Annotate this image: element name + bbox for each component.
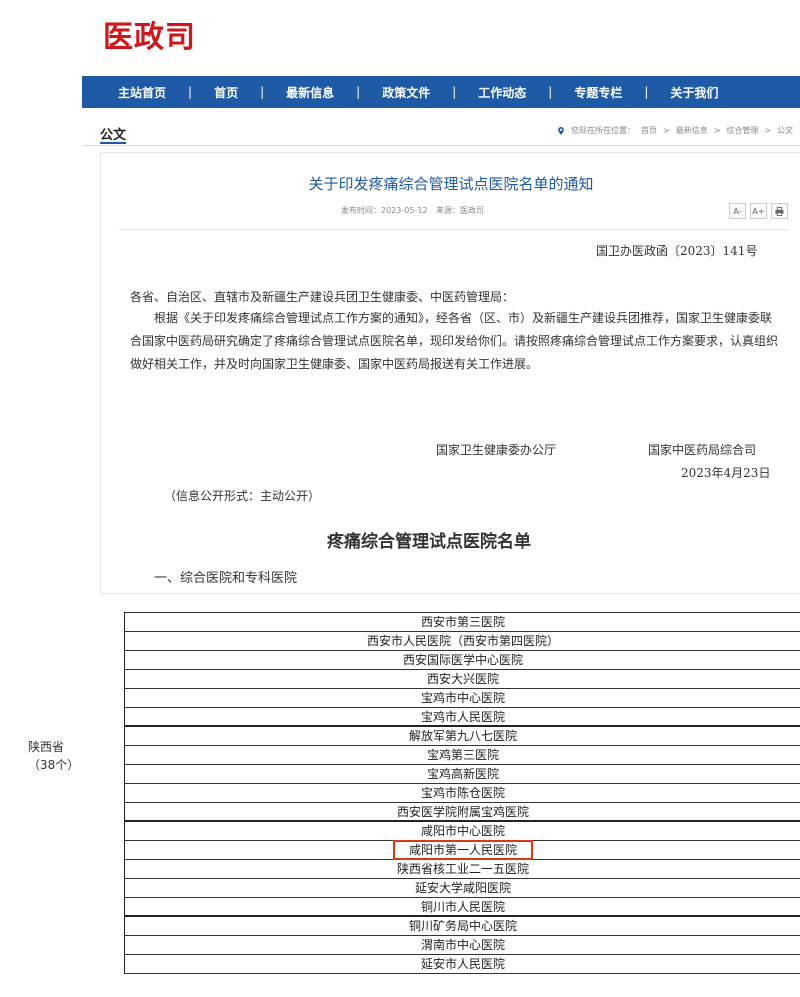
hospital-row: 宝鸡市中心医院 xyxy=(125,689,800,708)
nav-separator: | xyxy=(260,85,265,99)
hospital-name: 宝鸡市人民医院 xyxy=(420,710,505,724)
nav-separator: | xyxy=(356,85,361,99)
main-nav: 主站首页 | 首页 | 最新信息 | 政策文件 | 工作动态 | 专题专栏 | … xyxy=(82,76,800,108)
nav-separator: | xyxy=(644,85,649,99)
nav-item-policy[interactable]: 政策文件 xyxy=(382,84,430,101)
publish-date: 2023-05-12 xyxy=(381,206,428,215)
breadcrumb-separator: > xyxy=(764,126,772,135)
breadcrumb-item[interactable]: 首页 xyxy=(641,125,657,136)
letter-addressee: 各省、自治区、直辖市及新疆生产建设兵团卫生健康委、中医药管理局： xyxy=(130,290,515,304)
nav-separator: | xyxy=(188,85,193,99)
print-button[interactable] xyxy=(771,203,788,219)
hospital-name: 西安市人民医院（西安市第四医院） xyxy=(366,634,559,648)
site-logo[interactable]: 医政司 xyxy=(103,12,196,56)
hospital-name: 宝鸡高新医院 xyxy=(426,767,499,781)
nav-separator: | xyxy=(548,85,553,99)
hospital-name: 西安大兴医院 xyxy=(426,672,499,686)
nav-item-home[interactable]: 首页 xyxy=(214,84,238,101)
nav-item-main-home[interactable]: 主站首页 xyxy=(118,84,166,101)
letter-sender-nhc: 国家卫生健康委办公厅 xyxy=(436,443,557,457)
nav-item-about[interactable]: 关于我们 xyxy=(670,84,718,101)
article-tools: A- A+ xyxy=(729,203,788,219)
source-value: 医政司 xyxy=(460,206,485,215)
hospital-name: 宝鸡市陈仓医院 xyxy=(420,786,505,800)
letter-sender-tcm: 国家中医药局综合司 xyxy=(648,443,757,457)
breadcrumb-prefix: 您现在所在位置： xyxy=(571,126,635,135)
hospital-row: 宝鸡高新医院 xyxy=(125,765,800,784)
hospital-list-subheading: 一、综合医院和专科医院 xyxy=(154,571,298,586)
hospital-row: 陕西省核工业二一五医院 xyxy=(125,860,800,879)
hospital-row: 西安大兴医院 xyxy=(125,670,800,689)
hospital-name: 咸阳市中心医院 xyxy=(420,824,505,838)
hospital-row: 宝鸡市陈仓医院 xyxy=(125,784,800,803)
location-pin-icon xyxy=(558,126,564,135)
hospital-name: 咸阳市第一人民医院 xyxy=(392,840,533,860)
breadcrumb-separator: > xyxy=(663,126,670,135)
hospital-name: 西安医学院附属宝鸡医院 xyxy=(396,805,529,819)
hospital-name: 铜川市人民医院 xyxy=(420,900,505,914)
hospital-row-highlighted: 咸阳市第一人民医院 xyxy=(125,840,800,860)
letter-body: 根据《关于印发疼痛综合管理试点工作方案的通知》，经各省（区、市）及新疆生产建设兵… xyxy=(130,311,779,371)
hospital-row: 解放军第九八七医院 xyxy=(125,727,800,746)
province-label: 陕西省 （38个） xyxy=(28,738,79,774)
breadcrumb-item[interactable]: 综合管理 xyxy=(726,125,758,136)
hospital-row: 西安国际医学中心医院 xyxy=(125,651,800,670)
nav-separator: | xyxy=(452,85,457,99)
nav-item-latest[interactable]: 最新信息 xyxy=(286,84,334,101)
hospital-name: 延安大学咸阳医院 xyxy=(414,881,511,895)
font-decrease-button[interactable]: A- xyxy=(729,203,746,219)
nav-item-work[interactable]: 工作动态 xyxy=(478,84,526,101)
hospital-row: 西安医学院附属宝鸡医院 xyxy=(125,803,800,822)
hospital-row: 咸阳市中心医院 xyxy=(125,822,800,841)
hospital-name: 铜川矿务局中心医院 xyxy=(408,919,517,933)
breadcrumb: 您现在所在位置： 首页 > 最新信息 > 综合管理 > 公文 xyxy=(557,125,793,136)
hospital-row: 铜川矿务局中心医院 xyxy=(125,917,800,936)
hospital-name: 宝鸡第三医院 xyxy=(426,748,499,762)
breadcrumb-item[interactable]: 公文 xyxy=(777,125,793,136)
hospital-row: 宝鸡第三医院 xyxy=(125,746,800,765)
hospital-row: 宝鸡市人民医院 xyxy=(125,708,800,727)
breadcrumb-separator: > xyxy=(713,126,721,135)
hospital-name: 陕西省核工业二一五医院 xyxy=(396,862,529,876)
font-increase-button[interactable]: A+ xyxy=(750,203,767,219)
hospital-name: 宝鸡市中心医院 xyxy=(420,691,505,705)
article-title: 关于印发疼痛综合管理试点医院名单的通知 xyxy=(308,175,594,193)
hospital-name: 解放军第九八七医院 xyxy=(408,729,517,743)
hospital-name: 延安市人民医院 xyxy=(420,957,505,971)
hospital-list-title: 疼痛综合管理试点医院名单 xyxy=(327,532,531,552)
article-meta: 发布时间：2023-05-12 来源：医政司 xyxy=(341,205,490,216)
divider xyxy=(82,145,800,146)
disclosure-note: （信息公开形式：主动公开） xyxy=(164,489,321,503)
hospital-row: 延安大学咸阳医院 xyxy=(125,879,800,898)
hospital-table: 西安市第三医院西安市人民医院（西安市第四医院） 西安国际医学中心医院 西安大兴医院宝… xyxy=(124,612,800,974)
hospital-name: 西安国际医学中心医院 xyxy=(402,653,523,667)
hospital-row: 铜川市人民医院 xyxy=(125,898,800,917)
hospital-row: 渭南市中心医院 xyxy=(125,936,800,955)
section-underline xyxy=(100,142,126,144)
article-divider xyxy=(119,229,789,230)
hospital-row: 延安市人民医院 xyxy=(125,955,800,974)
province-count: （38个） xyxy=(28,758,80,772)
nav-item-topics[interactable]: 专题专栏 xyxy=(574,84,622,101)
section-title: 公文 xyxy=(100,128,127,143)
hospital-name: 西安市第三医院 xyxy=(420,615,505,629)
letter-date: 2023年4月23日 xyxy=(681,466,771,480)
breadcrumb-item[interactable]: 最新信息 xyxy=(676,125,708,136)
source-label: 来源： xyxy=(436,206,461,215)
hospital-row: 西安市人民医院（西安市第四医院） xyxy=(125,632,800,651)
print-icon xyxy=(775,206,784,216)
hospital-name: 渭南市中心医院 xyxy=(420,938,505,952)
document-number: 国卫办医政函〔2023〕141号 xyxy=(596,244,758,258)
hospital-row: 西安市第三医院 xyxy=(125,612,800,632)
publish-label: 发布时间： xyxy=(341,206,381,215)
province-name: 陕西省 xyxy=(28,740,65,754)
